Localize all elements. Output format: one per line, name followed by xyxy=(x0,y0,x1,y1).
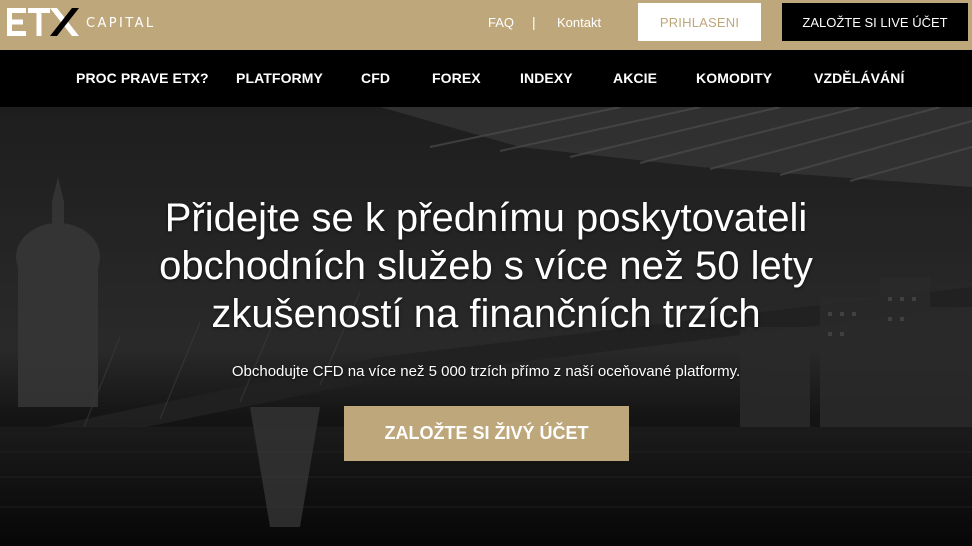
top-bar: CAPITAL FAQ | Kontakt PRIHLASENI ZALOŽTE… xyxy=(0,0,972,50)
hero-title: Přidejte se k přednímu poskytovateli obc… xyxy=(0,194,972,338)
nav-item-education[interactable]: VZDĚLÁVÁNÍ xyxy=(814,70,904,86)
logo-caption: CAPITAL xyxy=(86,15,156,31)
nav-item-forex[interactable]: FOREX xyxy=(432,70,481,86)
login-button[interactable]: PRIHLASENI xyxy=(638,3,761,41)
hero-subtitle: Obchodujte CFD na více než 5 000 trzích … xyxy=(231,363,741,380)
hero-section: Přidejte se k přednímu poskytovateli obc… xyxy=(0,107,972,546)
etx-logo-icon xyxy=(7,8,79,36)
open-live-account-cta-button[interactable]: ZALOŽTE SI ŽIVÝ ÚČET xyxy=(344,406,629,461)
main-nav: PROC PRAVE ETX? PLATFORMY CFD FOREX INDE… xyxy=(0,50,972,107)
hero-title-line: obchodních služeb s více než 50 lety xyxy=(159,244,813,288)
contact-link[interactable]: Kontakt xyxy=(557,15,601,30)
hero-title-line: Přidejte se k přednímu poskytovateli xyxy=(164,196,808,240)
faq-link[interactable]: FAQ xyxy=(488,15,514,30)
nav-item-komodity[interactable]: KOMODITY xyxy=(696,70,772,86)
nav-item-indexy[interactable]: INDEXY xyxy=(520,70,573,86)
hero-title-line: zkušeností na finančních trzích xyxy=(211,292,761,336)
open-live-account-button[interactable]: ZALOŽTE SI LIVE ÚČET xyxy=(782,3,968,41)
nav-item-platforms[interactable]: PLATFORMY xyxy=(236,70,323,86)
header-separator: | xyxy=(532,14,536,30)
etx-capital-logo[interactable]: CAPITAL xyxy=(6,4,156,40)
nav-item-why-etx[interactable]: PROC PRAVE ETX? xyxy=(76,70,209,86)
nav-item-akcie[interactable]: AKCIE xyxy=(613,70,657,86)
nav-item-cfd[interactable]: CFD xyxy=(361,70,390,86)
